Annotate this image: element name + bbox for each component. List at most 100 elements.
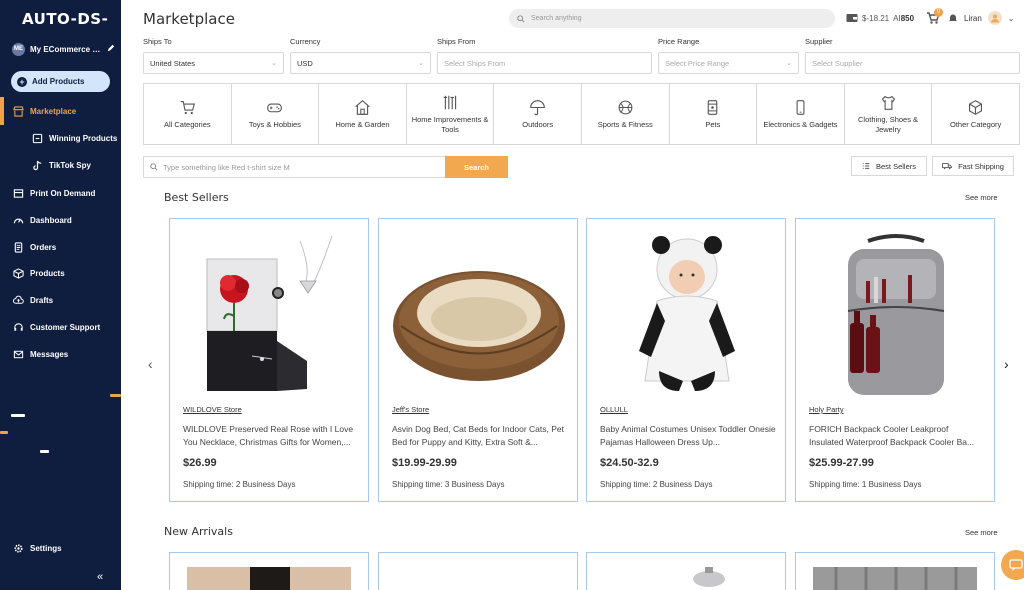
category-all[interactable]: All Categories [144, 84, 232, 144]
add-products-label: Add Products [32, 77, 85, 86]
product-image[interactable] [587, 553, 786, 590]
user-menu[interactable]: Liran ⌄ [948, 11, 1015, 25]
product-card[interactable] [169, 552, 369, 590]
global-search-input[interactable]: Search anything [509, 9, 835, 28]
sidebar-item-dashboard[interactable]: Dashboard [0, 210, 121, 230]
product-name[interactable]: WILDLOVE Preserved Real Rose with I Love… [183, 423, 359, 448]
collapse-sidebar-button[interactable]: « [97, 571, 103, 583]
category-home-garden[interactable]: Home & Garden [319, 84, 407, 144]
product-price: $24.50-32.9 [600, 457, 659, 469]
sidebar-item-label: Messages [30, 349, 69, 359]
product-card[interactable] [378, 552, 578, 590]
cloud-upload-icon [13, 295, 24, 306]
product-store-link[interactable]: OLLULL [600, 405, 628, 414]
new-arrivals-title: New Arrivals [164, 525, 233, 538]
filter-currency: Currency USD ⌄ [290, 37, 431, 74]
sidebar-item-settings[interactable]: Settings [0, 538, 121, 558]
category-other[interactable]: Other Category [932, 84, 1019, 144]
product-search-input[interactable]: Type something like Red t-shirt size M [143, 156, 445, 178]
product-card[interactable]: WILDLOVE Store WILDLOVE Preserved Real R… [169, 218, 369, 502]
sidebar-item-orders[interactable]: Orders [0, 237, 121, 257]
category-pets[interactable]: Pets [670, 84, 758, 144]
carousel-prev-arrow-icon[interactable]: ‹ [148, 356, 153, 372]
category-label: Pets [705, 119, 721, 129]
cube-icon [969, 99, 983, 115]
chevron-down-icon[interactable]: ⌄ [1008, 14, 1015, 23]
balance-display[interactable]: $-18.21 AI 850 [846, 13, 914, 23]
sidebar-item-print-on-demand[interactable]: Print On Demand [0, 183, 121, 203]
user-name: Liran [964, 13, 982, 23]
category-home-improvements[interactable]: Home Improvements & Tools [407, 84, 495, 144]
product-image[interactable] [170, 553, 369, 590]
avatar[interactable] [987, 11, 1002, 25]
category-label: Toys & Hobbies [248, 119, 301, 129]
category-sports-fitness[interactable]: Sports & Fitness [582, 84, 670, 144]
sidebar-item-customer-support[interactable]: Customer Support [0, 317, 121, 337]
currency-select[interactable]: USD ⌄ [290, 52, 431, 74]
category-toys-hobbies[interactable]: Toys & Hobbies [232, 84, 320, 144]
product-card[interactable]: Holy Party FORICH Backpack Cooler Leakpr… [795, 218, 995, 502]
product-name[interactable]: Baby Animal Costumes Unisex Toddler Ones… [600, 423, 776, 448]
add-products-button[interactable]: + Add Products [11, 71, 110, 92]
edit-icon[interactable] [107, 44, 115, 54]
best-sellers-see-more-link[interactable]: See more [965, 193, 998, 202]
product-store-link[interactable]: WILDLOVE Store [183, 405, 242, 414]
chat-button[interactable] [1001, 550, 1024, 580]
category-label: Outdoors [522, 119, 554, 129]
product-name[interactable]: Asvin Dog Bed, Cat Beds for Indoor Cats,… [392, 423, 568, 448]
sidebar-item-messages[interactable]: Messages [0, 344, 121, 364]
price-range-select[interactable]: Select Price Range ⌄ [658, 52, 799, 74]
decorative-line [0, 431, 8, 434]
store-selector[interactable]: ME My ECommerce St... [12, 42, 116, 56]
sidebar-item-label: TikTok Spy [49, 160, 91, 170]
product-price: $25.99-27.99 [809, 457, 874, 469]
ships-from-select[interactable]: Select Ships From [437, 52, 652, 74]
fast-shipping-filter-button[interactable]: Fast Shipping [932, 156, 1014, 176]
price-range-placeholder: Select Price Range [665, 58, 730, 68]
supplier-placeholder: Select Supplier [812, 58, 863, 68]
new-arrivals-see-more-link[interactable]: See more [965, 528, 998, 537]
decorative-line [40, 450, 49, 453]
category-electronics[interactable]: Electronics & Gadgets [757, 84, 845, 144]
carousel-next-arrow-icon[interactable]: › [1004, 356, 1009, 372]
sidebar-item-label: Marketplace [30, 106, 77, 116]
bell-icon[interactable] [948, 13, 958, 23]
house-icon [355, 99, 370, 115]
sidebar-item-drafts[interactable]: Drafts [0, 290, 121, 310]
filter-label: Price Range [658, 37, 700, 46]
product-store-link[interactable]: Jeff's Store [392, 405, 429, 414]
user-icon [990, 14, 999, 23]
sidebar-item-label: Drafts [30, 295, 54, 305]
ai-credits: 850 [900, 13, 915, 23]
ball-icon [618, 100, 633, 115]
product-image[interactable] [391, 231, 567, 397]
product-card[interactable] [586, 552, 786, 590]
product-name[interactable]: FORICH Backpack Cooler Leakproof Insulat… [809, 423, 985, 448]
product-image[interactable] [182, 231, 358, 397]
product-card[interactable]: Jeff's Store Asvin Dog Bed, Cat Beds for… [378, 218, 578, 502]
product-image[interactable] [808, 231, 984, 397]
category-label: Sports & Fitness [597, 119, 653, 129]
balance-amount: $-18.21 [862, 13, 890, 23]
support-icon [13, 322, 24, 333]
category-label: Electronics & Gadgets [763, 119, 838, 129]
category-clothing[interactable]: Clothing, Shoes & Jewelry [845, 84, 933, 144]
shirt-icon [881, 95, 895, 110]
product-image[interactable] [796, 553, 995, 590]
search-button[interactable]: Search [445, 156, 508, 178]
sidebar-item-marketplace[interactable]: Marketplace [0, 97, 121, 125]
currency-value: USD [297, 58, 313, 68]
product-card[interactable] [795, 552, 995, 590]
category-outdoors[interactable]: Outdoors [494, 84, 582, 144]
ships-to-select[interactable]: United States ⌄ [143, 52, 284, 74]
best-sellers-filter-button[interactable]: Best Sellers [851, 156, 927, 176]
product-card[interactable]: OLLULL Baby Animal Costumes Unisex Toddl… [586, 218, 786, 502]
sidebar-item-tiktok-spy[interactable]: TikTok Spy [0, 155, 121, 175]
product-store-link[interactable]: Holy Party [809, 405, 844, 414]
sidebar-item-winning-products[interactable]: Winning Products [0, 128, 121, 148]
pet-food-icon [708, 99, 718, 115]
sidebar-item-products[interactable]: Products [0, 263, 121, 283]
product-image[interactable] [599, 231, 775, 397]
gauge-icon [13, 215, 24, 226]
supplier-select[interactable]: Select Supplier [805, 52, 1020, 74]
